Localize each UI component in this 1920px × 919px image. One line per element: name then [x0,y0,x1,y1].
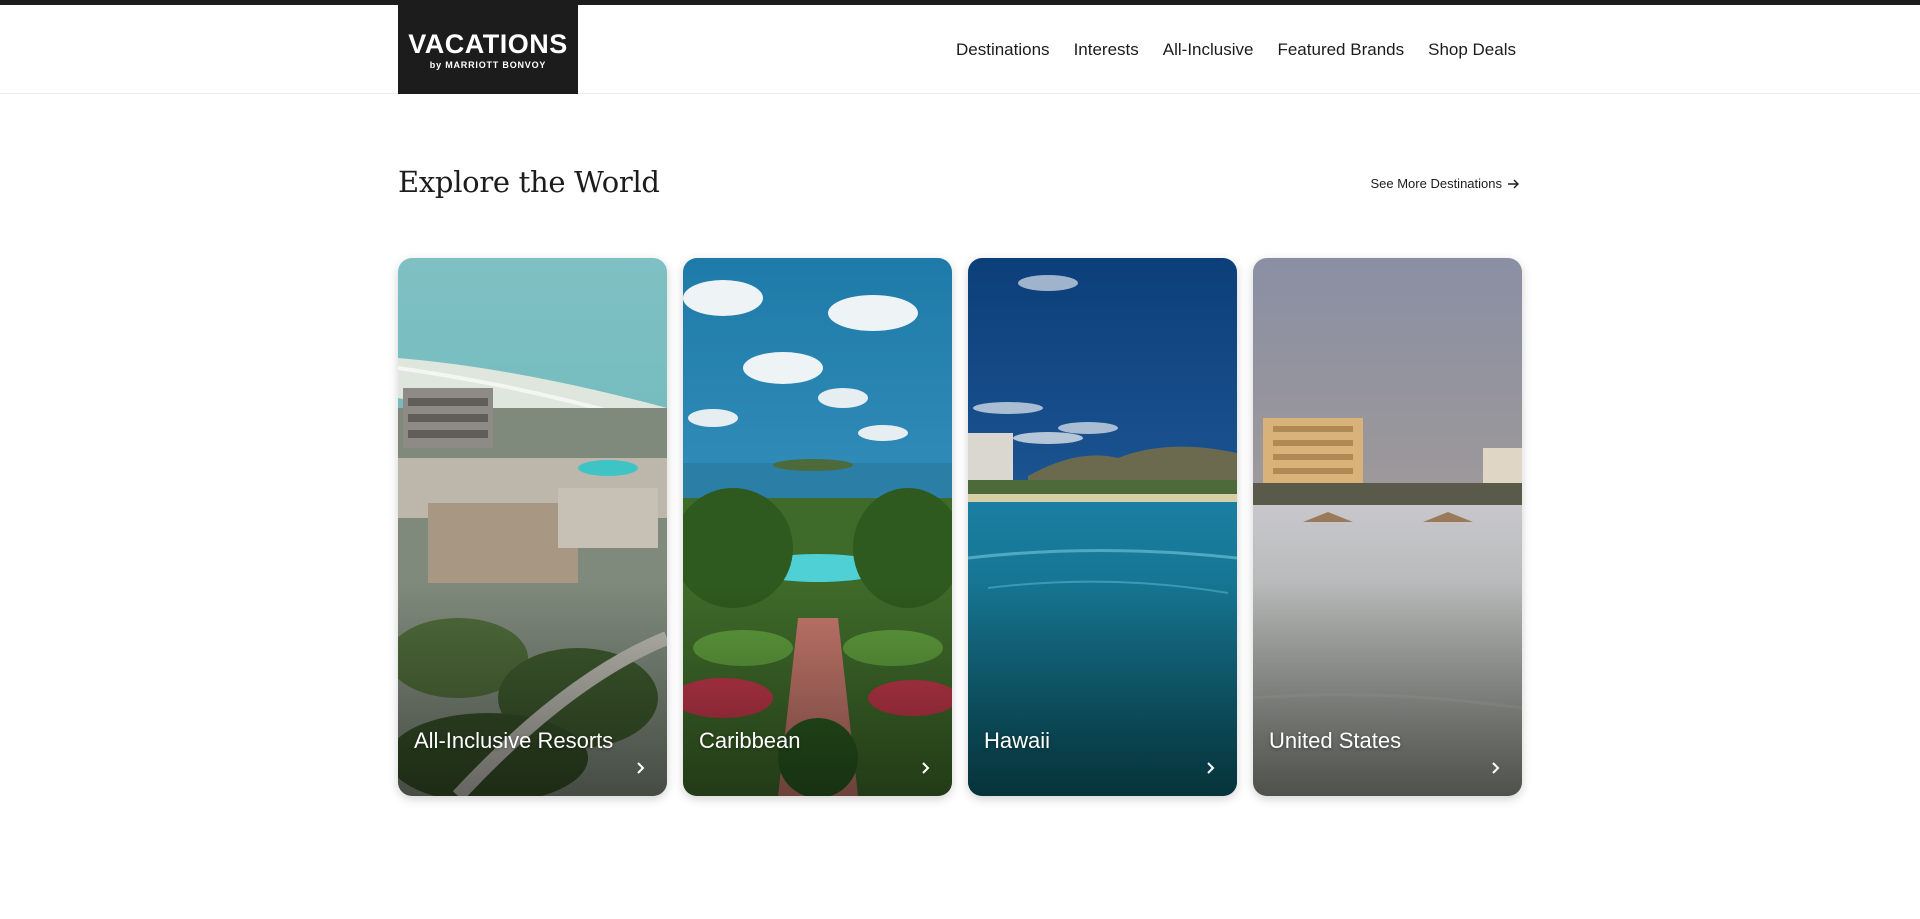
card-label: Hawaii [984,728,1051,753]
logo-tagline: by MARRIOTT BONVOY [429,59,547,70]
nav-all-inclusive[interactable]: All-Inclusive [1163,40,1254,60]
card-gradient-overlay [1253,258,1522,796]
chevron-right-icon [1492,762,1500,774]
site-header: VACATIONS by MARRIOTT BONVOY Destination… [0,5,1920,94]
card-label: United States [1269,728,1402,753]
card-hawaii[interactable]: Hawaii [968,258,1237,796]
logo-wordmark: VACATIONS [408,28,568,59]
arrow-right-icon [1508,179,1519,188]
card-gradient-overlay [968,258,1237,796]
card-gradient-overlay [398,258,667,796]
see-more-destinations-link[interactable]: See More Destinations [1370,176,1520,191]
card-label: Caribbean [699,728,801,753]
nav-destinations[interactable]: Destinations [956,40,1050,60]
nav-featured-brands[interactable]: Featured Brands [1277,40,1404,60]
main-nav: Destinations Interests All-Inclusive Fea… [956,5,1516,94]
card-all-inclusive-resorts[interactable]: All-Inclusive Resorts [398,258,667,796]
chevron-right-icon [1207,762,1215,774]
nav-interests[interactable]: Interests [1074,40,1139,60]
chevron-right-icon [922,762,930,774]
chevron-right-icon [637,762,645,774]
nav-shop-deals[interactable]: Shop Deals [1428,40,1516,60]
card-caribbean[interactable]: Caribbean [683,258,952,796]
see-more-label: See More Destinations [1370,176,1502,191]
card-united-states[interactable]: United States [1253,258,1522,796]
card-gradient-overlay [683,258,952,796]
destination-cards: All-Inclusive Resorts Caribbean Hawaii U… [398,258,1522,796]
vacations-logo[interactable]: VACATIONS by MARRIOTT BONVOY [398,5,578,94]
card-label: All-Inclusive Resorts [414,728,614,753]
section-title: Explore the World [398,165,660,199]
